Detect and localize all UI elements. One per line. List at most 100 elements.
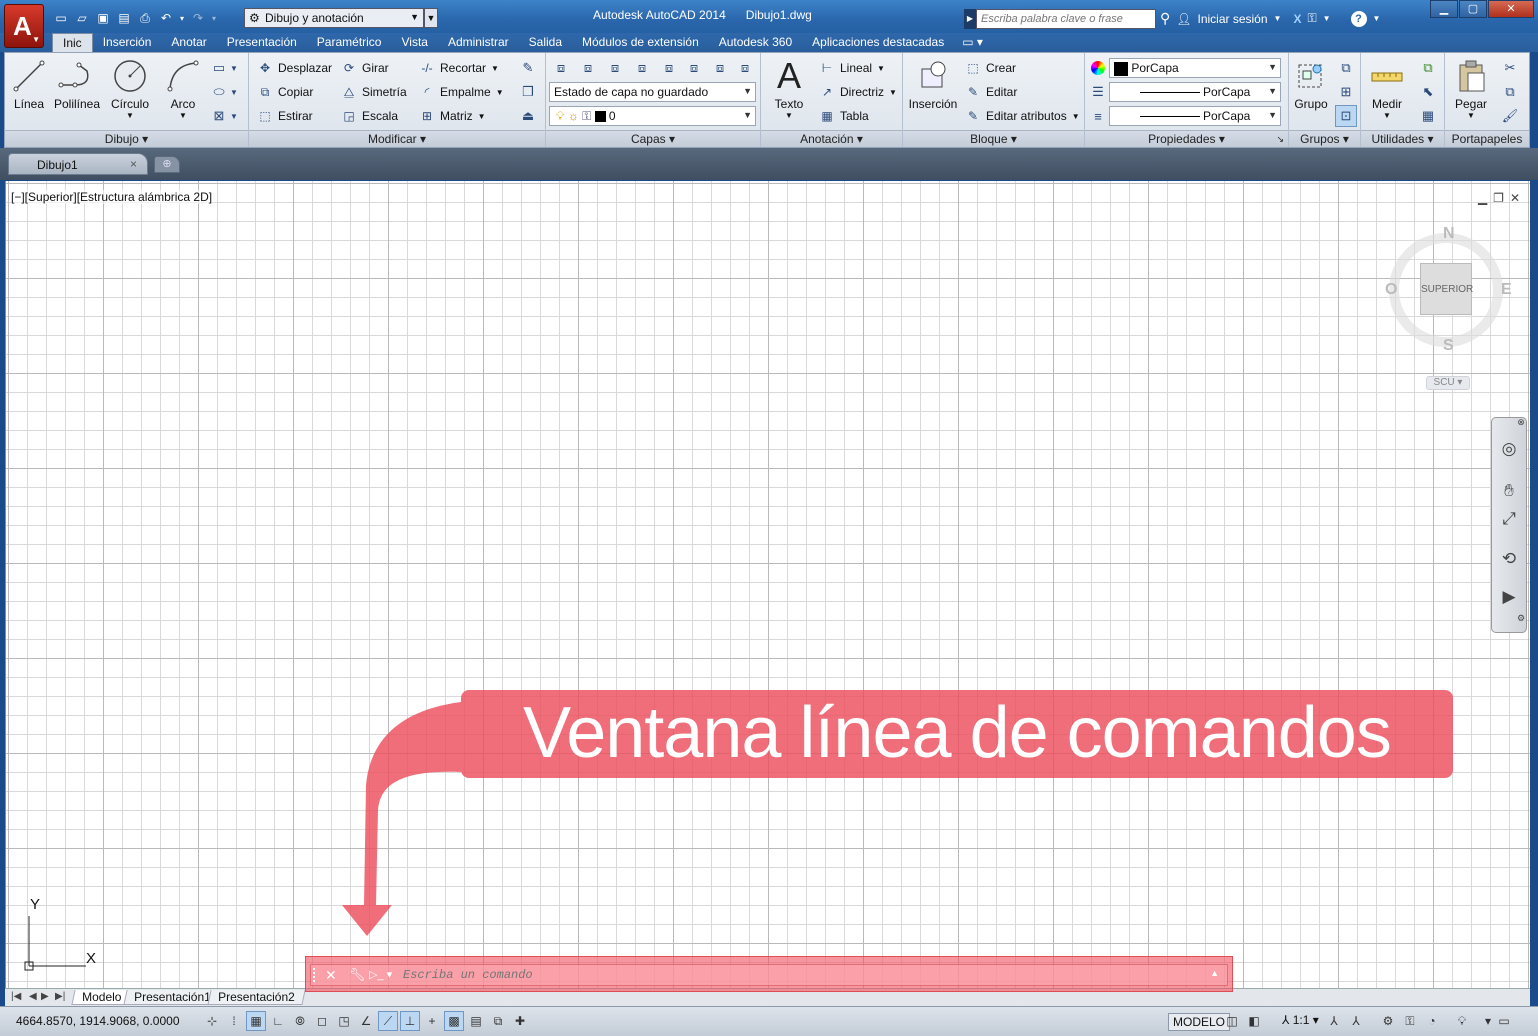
tab-vista[interactable]: Vista xyxy=(391,33,437,52)
navbar-close-icon[interactable]: ⊗ xyxy=(1516,416,1526,428)
first-layout-icon[interactable]: |◀ xyxy=(11,991,21,1002)
new-file-icon[interactable]: ▭ xyxy=(52,10,70,26)
tab-salida[interactable]: Salida xyxy=(519,33,572,52)
tab-presentacion[interactable]: Presentación xyxy=(217,33,307,52)
exchange-icon[interactable]: X xyxy=(1293,12,1301,26)
panel-title-portapapeles[interactable]: Portapapeles xyxy=(1445,130,1529,147)
circle-tool[interactable]: Círculo ▼ xyxy=(107,57,153,120)
viewcube[interactable]: N S E O SUPERIOR SCU ▾ xyxy=(1381,221,1516,396)
move-tool[interactable]: ✥ Desplazar xyxy=(257,58,332,78)
3d-object-snap-icon[interactable]: ◳ xyxy=(334,1011,354,1031)
trim-tool[interactable]: -/- Recortar ▼ xyxy=(419,58,499,78)
close-icon[interactable]: × xyxy=(130,157,137,171)
create-block-tool[interactable]: ⬚ Crear xyxy=(965,58,1016,78)
rectangle-dropdown-icon[interactable]: ▼ xyxy=(228,57,240,79)
save-icon[interactable]: ▣ xyxy=(94,10,112,26)
rectangle-icon[interactable]: ▭ xyxy=(208,57,230,79)
polar-tracking-icon[interactable]: ⦾ xyxy=(290,1011,310,1031)
stay-connected-dropdown-icon[interactable]: ▼ xyxy=(1323,14,1331,23)
transparency-icon[interactable]: ▩ xyxy=(444,1011,464,1031)
coordinates-display[interactable]: 4664.8570, 1914.9068, 0.0000 xyxy=(16,1014,180,1028)
viewport-minimize-icon[interactable]: ▁ xyxy=(1478,191,1487,205)
line-tool[interactable]: Línea xyxy=(9,57,49,111)
paste-tool[interactable]: Pegar ▼ xyxy=(1449,57,1493,120)
table-tool[interactable]: ▦ Tabla xyxy=(819,106,868,126)
drawing-canvas[interactable]: [−][Superior][Estructura alámbrica 2D] ▁… xyxy=(5,181,1530,988)
paste-dropdown-icon[interactable]: ▼ xyxy=(1449,111,1493,120)
lineweight-icon[interactable]: ☰ xyxy=(1087,81,1109,103)
pan-hand-icon[interactable]: ✋︎ xyxy=(1496,478,1522,504)
arc-dropdown-icon[interactable]: ▼ xyxy=(163,111,203,120)
redo-dropdown-icon[interactable]: ▾ xyxy=(210,10,218,26)
dynamic-input-icon[interactable]: ⊥ xyxy=(400,1011,420,1031)
layer-previous-icon[interactable]: ⧈ xyxy=(631,57,653,79)
array-tool[interactable]: ⊞ Matriz ▼ xyxy=(419,106,486,126)
group-selection-icon[interactable]: ⊡ xyxy=(1335,105,1357,127)
stay-connected-icon[interactable]: ⚿ xyxy=(1307,11,1316,26)
object-snap-icon[interactable]: ◻ xyxy=(312,1011,332,1031)
leader-tool[interactable]: ↗ Directriz ▼ xyxy=(819,82,897,102)
grid-display-icon[interactable]: ▦ xyxy=(246,1011,266,1031)
layer-off-icon[interactable]: ⧈ xyxy=(734,57,756,79)
quick-view-layouts-icon[interactable]: ◫ xyxy=(1222,1011,1242,1031)
linetype-icon[interactable]: ≡ xyxy=(1087,105,1109,127)
compass-east[interactable]: E xyxy=(1501,281,1512,299)
tab-anotar[interactable]: Anotar xyxy=(161,33,216,52)
leader-dropdown-icon[interactable]: ▼ xyxy=(889,88,897,97)
quick-view-drawings-icon[interactable]: ◧ xyxy=(1244,1011,1264,1031)
workspace-selector[interactable]: ⚙ Dibujo y anotación ▼ xyxy=(244,8,424,28)
fillet-tool[interactable]: ◜ Empalme ▼ xyxy=(419,82,504,102)
customize-qat-button[interactable]: ▼ xyxy=(424,8,438,28)
panel-title-capas[interactable]: Capas ▾ xyxy=(546,130,760,147)
toolbar-lock-icon[interactable]: ⚿ xyxy=(1400,1011,1420,1031)
command-input[interactable] xyxy=(403,968,1193,982)
edit-attributes-dropdown-icon[interactable]: ▼ xyxy=(1072,112,1080,121)
tab-inicio[interactable]: Inic xyxy=(52,33,93,52)
next-layout-icon[interactable]: ▶ xyxy=(41,991,49,1002)
panel-title-modificar[interactable]: Modificar ▾ xyxy=(249,130,545,147)
workspace-switching-icon[interactable]: ⚙ xyxy=(1378,1011,1398,1031)
annotation-monitor-icon[interactable]: ✚ xyxy=(510,1011,530,1031)
fillet-dropdown-icon[interactable]: ▼ xyxy=(496,88,504,97)
tab-administrar[interactable]: Administrar xyxy=(438,33,519,52)
ribbon-minimize-toggle[interactable]: ▭ ▾ xyxy=(954,33,991,52)
auto-scale-icon[interactable]: ⅄ xyxy=(1346,1011,1366,1031)
linetype-select[interactable]: PorCapa ▼ xyxy=(1109,106,1281,126)
edit-block-tool[interactable]: ✎ Editar xyxy=(965,82,1017,102)
maximize-button[interactable]: ▢ xyxy=(1459,0,1487,18)
navbar-options-icon[interactable]: ⚙ xyxy=(1516,612,1526,624)
application-menu-button[interactable]: A ▼ xyxy=(4,4,44,48)
panel-title-anotacion[interactable]: Anotación ▾ xyxy=(761,130,902,147)
close-icon[interactable]: ✕ xyxy=(325,967,337,984)
color-wheel-icon[interactable] xyxy=(1087,57,1109,79)
tab-presentacion1[interactable]: Presentación1 xyxy=(123,990,222,1005)
help-button[interactable]: ? xyxy=(1350,10,1367,27)
tab-parametrico[interactable]: Paramétrico xyxy=(307,33,392,52)
text-tool[interactable]: A Texto ▼ xyxy=(769,55,809,120)
selection-cycling-icon[interactable]: ⧉ xyxy=(488,1011,508,1031)
calculator-icon[interactable]: ▦ xyxy=(1417,105,1439,127)
viewport-controls-label[interactable]: [−][Superior][Estructura alámbrica 2D] xyxy=(11,190,213,204)
layer-unisolate-icon[interactable]: ⧈ xyxy=(683,57,705,79)
annotation-scale[interactable]: ⅄ 1:1 ▾ xyxy=(1282,1013,1319,1027)
showmotion-icon[interactable]: ▶ xyxy=(1496,584,1522,610)
measure-tool[interactable]: Medir ▼ xyxy=(1365,57,1409,120)
help-dropdown-icon[interactable]: ▼ xyxy=(1373,14,1381,23)
layer-match-icon[interactable]: ⧈ xyxy=(604,57,626,79)
wrench-icon[interactable]: 🔧︎ xyxy=(349,967,366,983)
panel-title-bloque[interactable]: Bloque ▾ xyxy=(903,130,1084,147)
prev-layout-icon[interactable]: ◀ xyxy=(29,991,37,1002)
viewport-restore-icon[interactable]: ❐ xyxy=(1493,191,1504,205)
new-document-tab-icon[interactable]: ⊕ xyxy=(154,156,180,173)
annotation-visibility-icon[interactable]: ⅄ xyxy=(1324,1011,1344,1031)
rotate-tool[interactable]: ⟳ Girar xyxy=(341,58,389,78)
group-tool[interactable]: Grupo xyxy=(1291,57,1331,111)
compass-north[interactable]: N xyxy=(1443,225,1455,243)
layer-set-current-icon[interactable]: ⧈ xyxy=(577,57,599,79)
tab-modulos-extension[interactable]: Módulos de extensión xyxy=(572,33,709,52)
group-edit-icon[interactable]: ⊞ xyxy=(1335,81,1357,103)
polyline-tool[interactable]: Polilínea xyxy=(49,57,105,111)
linear-dimension-tool[interactable]: ⊢ Lineal ▼ xyxy=(819,58,885,78)
layer-state-select[interactable]: Estado de capa no guardado ▼ xyxy=(549,82,756,102)
dynamic-ucs-icon[interactable]: ⟋ xyxy=(378,1011,398,1031)
